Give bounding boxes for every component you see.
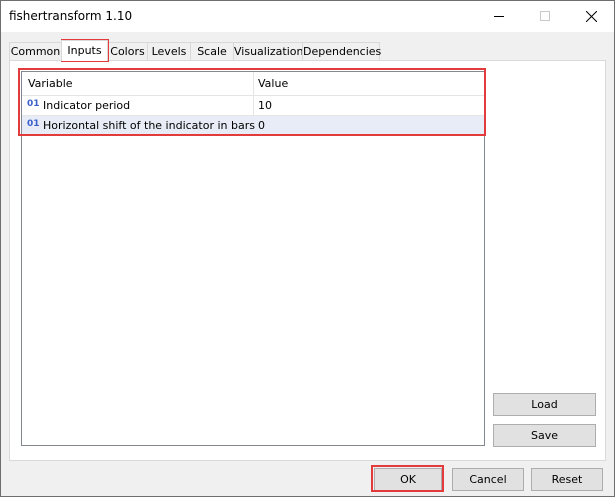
- load-button[interactable]: Load: [493, 393, 596, 416]
- title-bar: fishertransform 1.10: [1, 1, 614, 32]
- table-row[interactable]: 01 Indicator period 10: [22, 96, 484, 115]
- ok-button[interactable]: OK: [374, 468, 442, 491]
- variable-column-header[interactable]: Variable: [28, 77, 73, 90]
- save-button[interactable]: Save: [493, 424, 596, 447]
- dialog-window: fishertransform 1.10 Common Inputs Color…: [0, 0, 615, 497]
- table-row[interactable]: 01 Horizontal shift of the indicator in …: [22, 116, 484, 135]
- variable-value[interactable]: 10: [258, 99, 272, 112]
- close-icon: [586, 11, 597, 22]
- reset-button[interactable]: Reset: [531, 468, 603, 491]
- integer-type-icon: 01: [27, 119, 40, 129]
- variable-value[interactable]: 0: [258, 119, 265, 132]
- cancel-button[interactable]: Cancel: [452, 468, 524, 491]
- variable-name: Indicator period: [43, 99, 131, 112]
- window-title: fishertransform 1.10: [9, 9, 133, 23]
- inputs-panel: Variable Value 01 Indicator period 10 01…: [9, 60, 606, 461]
- tab-dependencies[interactable]: Dependencies: [302, 42, 381, 60]
- close-button[interactable]: [568, 1, 614, 32]
- variable-name: Horizontal shift of the indicator in bar…: [43, 119, 255, 132]
- minimize-button[interactable]: [476, 1, 522, 32]
- value-column-header[interactable]: Value: [258, 77, 288, 90]
- tab-inputs[interactable]: Inputs: [61, 40, 108, 61]
- tab-common[interactable]: Common: [9, 42, 62, 60]
- inputs-grid: Variable Value 01 Indicator period 10 01…: [21, 71, 485, 446]
- integer-type-icon: 01: [27, 99, 40, 109]
- tab-visualization[interactable]: Visualization: [233, 42, 303, 60]
- tab-scale[interactable]: Scale: [190, 42, 234, 60]
- tab-levels[interactable]: Levels: [147, 42, 191, 60]
- tab-colors[interactable]: Colors: [107, 42, 148, 60]
- maximize-button: [522, 1, 568, 32]
